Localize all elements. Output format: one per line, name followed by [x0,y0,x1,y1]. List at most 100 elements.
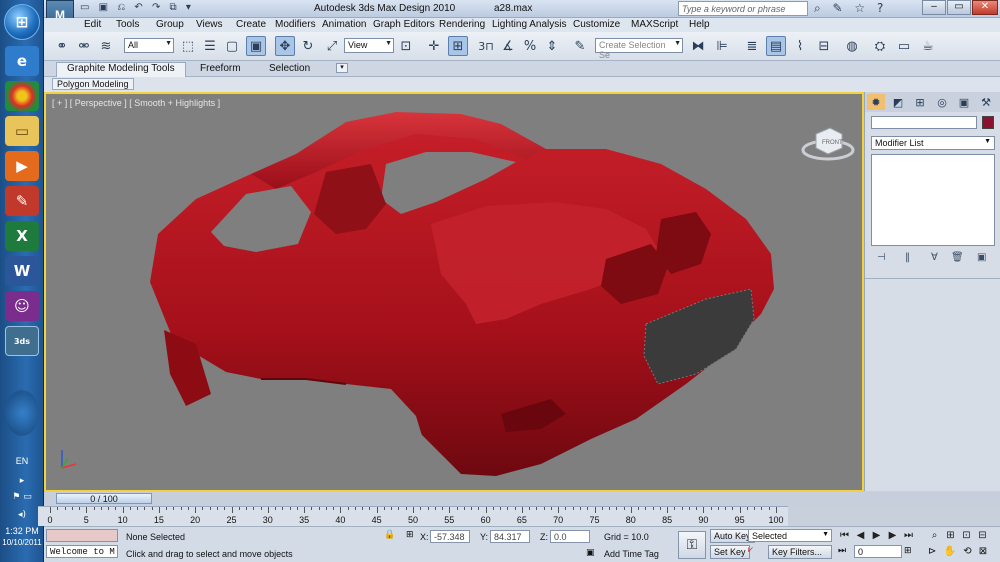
start-button[interactable]: ⊞ [4,4,40,40]
z-coordinate-field[interactable]: 0.0 [550,530,590,543]
keyboard-shortcut-override-icon[interactable]: ⊞ [448,36,468,56]
chrome-icon[interactable] [5,81,39,111]
menu-edit[interactable]: Edit [84,19,101,30]
menu-animation[interactable]: Animation [322,19,366,30]
spinner-snap-icon[interactable]: ⇕ [542,36,562,56]
word-icon[interactable]: W [5,256,39,286]
select-object-icon[interactable]: ⬚ [178,36,198,56]
menu-modifiers[interactable]: Modifiers [275,19,316,30]
render-production-icon[interactable]: ☕ [918,36,938,56]
material-editor-icon[interactable]: ◍ [842,36,862,56]
3dsmax-taskbar-icon[interactable]: 3ds [5,326,39,356]
excel-icon[interactable]: X [5,221,39,251]
mirror-icon[interactable]: ⧓ [688,36,708,56]
time-slider[interactable]: 0 / 100 [56,493,152,504]
curve-editor-icon[interactable]: ⌇ [790,36,810,56]
modifier-stack[interactable] [871,154,995,246]
rendered-frame-window-icon[interactable]: ▭ [894,36,914,56]
pivot-center-icon[interactable]: ⊡ [396,36,416,56]
set-key-icon[interactable]: ⚿ [678,531,706,559]
maximize-button[interactable]: ▭ [947,0,971,15]
tab-freeform[interactable]: Freeform [200,63,241,74]
menu-rendering[interactable]: Rendering [439,19,485,30]
internet-explorer-icon[interactable]: e [5,46,39,76]
time-configuration-icon[interactable]: ⊞ [904,546,912,556]
manipulate-icon[interactable]: ✛ [424,36,444,56]
layer-manager-icon[interactable]: ≣ [742,36,762,56]
quick-access-toolbar[interactable]: ▭ ▣ ⎌ ↶ ↷ ⧉ ▾ [80,2,194,13]
rectangular-region-icon[interactable]: ▢ [222,36,242,56]
object-name-field[interactable] [871,116,977,129]
key-filters-button[interactable]: Key Filters... [768,545,832,559]
render-setup-icon[interactable]: ⛭ [870,36,890,56]
tray-icons[interactable]: ⚑ ▭ [0,492,44,502]
show-end-result-icon[interactable]: ‖ [905,252,910,263]
display-tab-icon[interactable]: ▣ [955,94,973,110]
select-and-rotate-icon[interactable]: ↻ [298,36,318,56]
maxscript-mini-listener[interactable]: Welcome to M [46,545,118,558]
add-time-tag[interactable]: Add Time Tag [604,549,659,559]
navigation-controls-icon[interactable]: ⊳ ✋ ⟲ ⊠ [928,546,989,557]
key-mode-dropdown[interactable]: Selected ▼ [748,529,832,542]
absolute-mode-icon[interactable]: ⊞ [406,530,414,540]
utilities-tab-icon[interactable]: ⚒ [977,94,995,110]
language-indicator[interactable]: EN [0,456,44,466]
search-input[interactable]: Type a keyword or phrase [678,1,808,16]
play-icon[interactable]: ▶ [870,529,883,541]
ribbon-options-icon[interactable]: ▾ [336,63,348,73]
tab-graphite-modeling-tools[interactable]: Graphite Modeling Tools [56,62,186,77]
clock-time[interactable]: 1:32 PM [0,526,44,536]
modifier-list-dropdown[interactable]: Modifier List ▼ [871,136,995,150]
zoom-extents-icon[interactable]: ⊡ [960,529,973,541]
viewcube[interactable]: FRONT [800,116,856,166]
window-crossing-icon[interactable]: ▣ [246,36,266,56]
edit-named-selection-icon[interactable]: ✎ [570,36,590,56]
clock-date[interactable]: 10/10/2011 [0,538,44,547]
make-unique-icon[interactable]: ∀ [931,252,938,263]
menu-maxscript[interactable]: MAXScript [631,19,678,30]
track-bar[interactable]: 0 5 10 15 20 25 30 35 40 45 50 55 60 65 70 75 80 85 90 95 10… [38,506,788,526]
motion-tab-icon[interactable]: ◎ [933,94,951,110]
paint-icon[interactable]: ✎ [5,186,39,216]
menu-lighting-analysis[interactable]: Lighting Analysis [492,19,567,30]
menu-tools[interactable]: Tools [116,19,139,30]
schematic-view-icon[interactable]: ⊟ [814,36,834,56]
align-icon[interactable]: ⊫ [712,36,732,56]
hierarchy-tab-icon[interactable]: ⊞ [911,94,929,110]
select-and-move-icon[interactable]: ✥ [275,36,295,56]
tab-selection[interactable]: Selection [269,63,310,74]
previous-frame-icon[interactable]: ◀ [854,529,867,541]
graphite-toggle-icon[interactable]: ▤ [766,36,786,56]
x-coordinate-field[interactable]: -57.348 [430,530,470,543]
menu-graph-editors[interactable]: Graph Editors [373,19,435,30]
go-to-end-icon[interactable]: ⏭ [902,529,915,541]
media-player-icon[interactable]: ▶ [5,151,39,181]
menu-group[interactable]: Group [156,19,184,30]
selection-filter-dropdown[interactable]: All ▼ [124,38,174,53]
reference-coordinate-dropdown[interactable]: View ▼ [344,38,394,53]
bind-spacewarp-icon[interactable]: ≋ [96,36,116,56]
current-frame-field[interactable]: 0 [854,545,902,558]
lock-selection-icon[interactable]: 🔒 [384,530,395,540]
key-filters-icon[interactable]: ⩗ [748,545,753,555]
time-tag-icon[interactable]: ▣ [586,548,595,558]
folder-icon[interactable]: ▭ [5,116,39,146]
select-and-scale-icon[interactable]: ⤢ [322,36,342,56]
select-by-name-icon[interactable]: ☰ [200,36,220,56]
next-frame-icon[interactable]: ▶ [886,529,899,541]
yahoo-messenger-icon[interactable]: ☺ [5,291,39,321]
link-icon[interactable]: ⚭ [52,36,72,56]
maxscript-listener-pink[interactable] [46,529,118,542]
remove-modifier-icon[interactable]: 🗑 [951,252,964,263]
menu-views[interactable]: Views [196,19,223,30]
unlink-icon[interactable]: ⚮ [74,36,94,56]
zoom-icon[interactable]: ⌕ [928,529,941,541]
menu-help[interactable]: Help [689,19,710,30]
perspective-viewport[interactable]: [ + ] [ Perspective ] [ Smooth + Highlig… [44,92,864,492]
car-body-model[interactable] [46,94,862,490]
menu-customize[interactable]: Customize [573,19,620,30]
modify-tab-icon[interactable]: ◩ [889,94,907,110]
menu-create[interactable]: Create [236,19,266,30]
help-icons[interactable]: ⌕ ✎ ☆ ? [814,1,887,16]
go-to-start-icon[interactable]: ⏮ [838,529,851,541]
